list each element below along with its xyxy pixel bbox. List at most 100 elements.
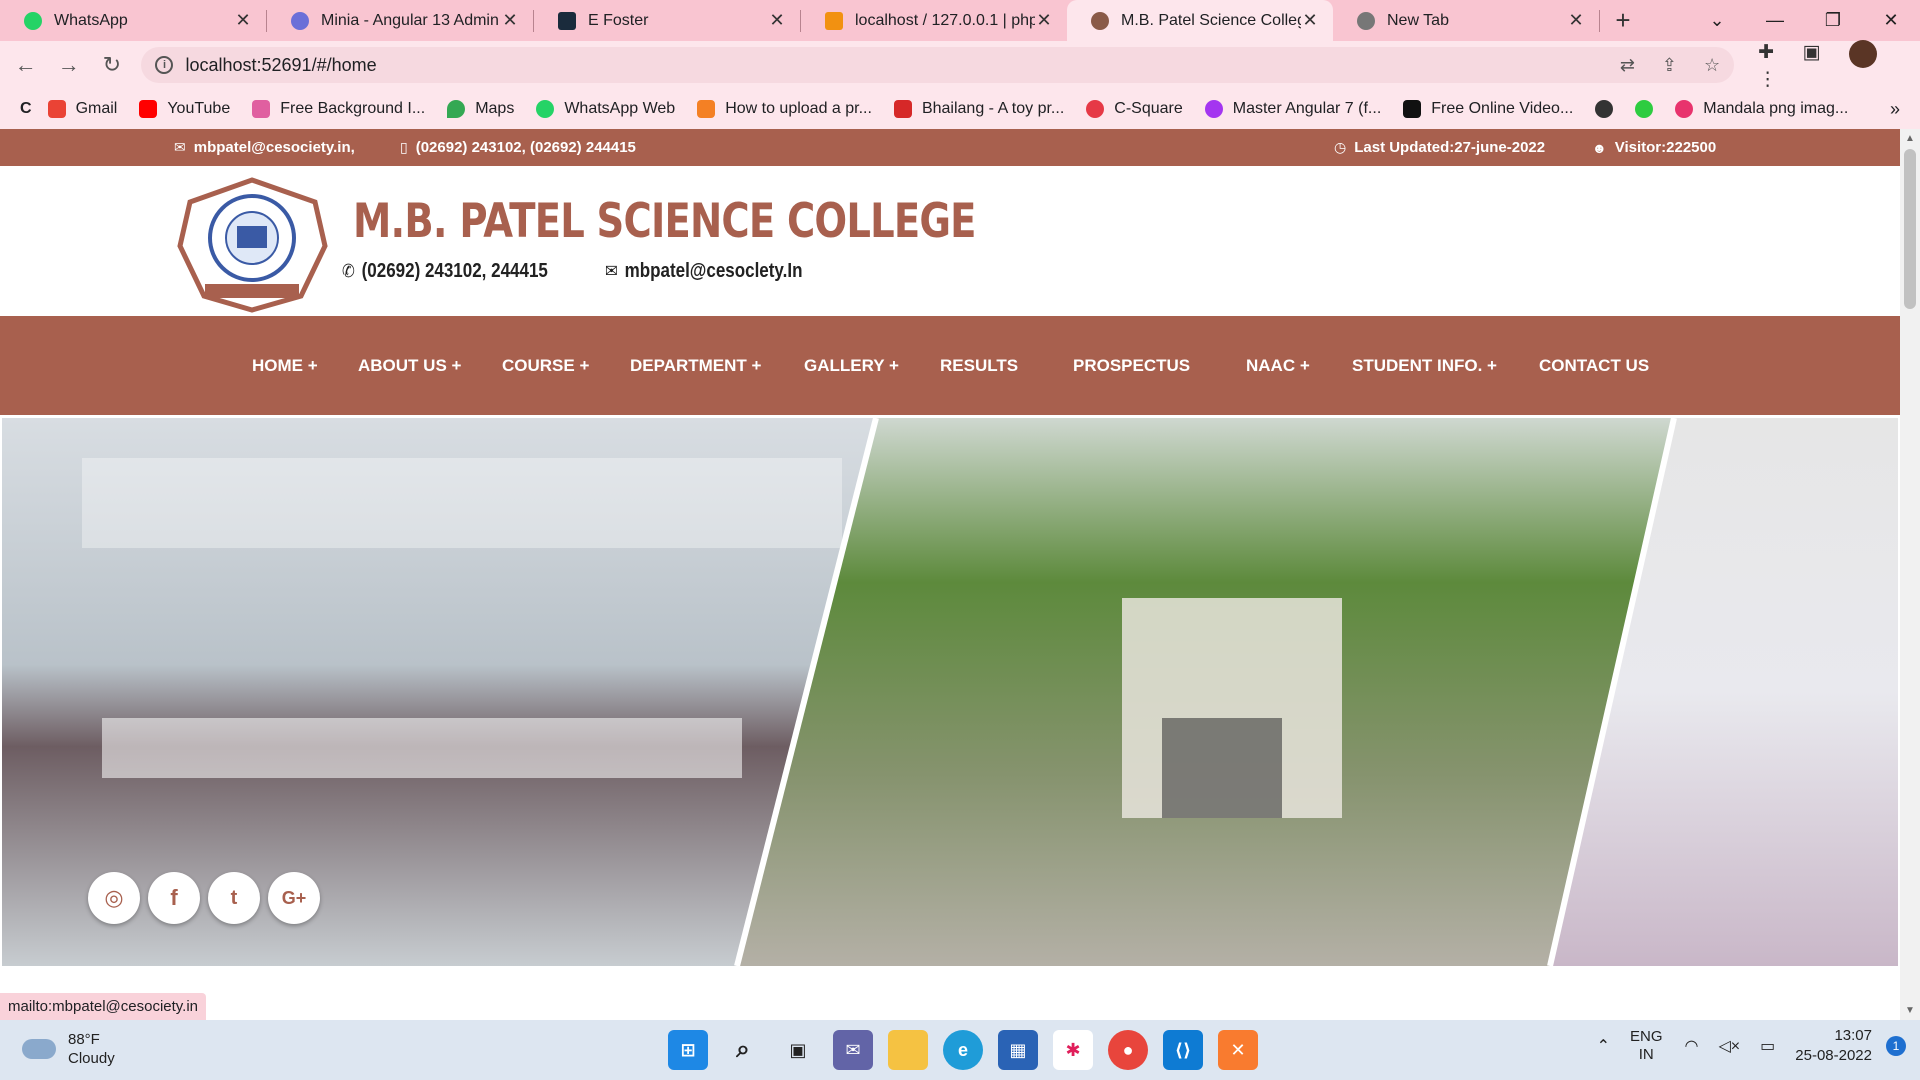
- new-tab-button[interactable]: +: [1600, 0, 1646, 41]
- edge-icon[interactable]: e: [943, 1030, 983, 1070]
- scroll-down-icon[interactable]: ▼: [1905, 1005, 1915, 1016]
- share-icon[interactable]: ⇪: [1662, 55, 1677, 75]
- bookmark-upload[interactable]: How to upload a pr...: [697, 100, 872, 118]
- extensions-icon[interactable]: ✚: [1758, 42, 1774, 63]
- bookmark-globe[interactable]: [1595, 100, 1614, 118]
- facebook-icon[interactable]: f: [148, 872, 200, 924]
- bookmark-free-video[interactable]: Free Online Video...: [1403, 100, 1573, 118]
- main-navbar: HOME + ABOUT US + COURSE + DEPARTMENT + …: [0, 316, 1900, 415]
- bookmarks-bar: C Gmail YouTube Free Background I... Map…: [0, 89, 1920, 129]
- close-icon[interactable]: ✕: [1035, 10, 1053, 31]
- slack-icon[interactable]: ✱: [1053, 1030, 1093, 1070]
- nav-about-us[interactable]: ABOUT US +: [358, 356, 461, 376]
- bookmark-csquare[interactable]: C-Square: [1086, 100, 1183, 118]
- bookmark-green-app[interactable]: [1635, 100, 1654, 118]
- weather-widget[interactable]: 88°F Cloudy: [22, 1030, 115, 1068]
- weather-temp: 88°F: [68, 1031, 100, 1048]
- side-panel-icon[interactable]: ▣: [1803, 42, 1821, 63]
- lang-code: ENG: [1630, 1028, 1663, 1045]
- topbar-phone[interactable]: ▯ (02692) 243102, (02692) 244415: [400, 139, 636, 156]
- scroll-up-icon[interactable]: ▲: [1905, 133, 1915, 144]
- nav-gallery[interactable]: GALLERY +: [804, 356, 899, 376]
- college-logo[interactable]: [175, 176, 330, 313]
- bookmark-youtube[interactable]: YouTube: [139, 100, 230, 118]
- site-info-icon[interactable]: i: [155, 56, 174, 74]
- minimize-icon[interactable]: —: [1746, 0, 1804, 41]
- teams-chat-icon[interactable]: ✉: [833, 1030, 873, 1070]
- bookmark-mandala[interactable]: Mandala png imag...: [1675, 100, 1848, 118]
- topbar-email[interactable]: ✉ mbpatel@cesociety.in,: [174, 139, 355, 156]
- translate-icon[interactable]: ⇄: [1620, 55, 1635, 75]
- nav-results[interactable]: RESULTS: [940, 356, 1018, 376]
- tab-title: WhatsApp: [54, 11, 128, 29]
- battery-icon[interactable]: ▭: [1760, 1036, 1775, 1056]
- vscode-icon[interactable]: ⟨⟩: [1163, 1030, 1203, 1070]
- more-bookmarks-icon[interactable]: »: [1890, 99, 1900, 120]
- xampp-icon[interactable]: ✕: [1218, 1030, 1258, 1070]
- address-bar[interactable]: i localhost:52691/#/home ⇄ ⇪ ☆: [141, 47, 1735, 83]
- wifi-icon[interactable]: ◠: [1685, 1036, 1699, 1056]
- language-indicator[interactable]: ENG IN: [1630, 1028, 1663, 1064]
- bookmark-star-icon[interactable]: ☆: [1704, 55, 1720, 75]
- nav-department[interactable]: DEPARTMENT +: [630, 356, 761, 376]
- chevron-up-icon[interactable]: ⌃: [1597, 1036, 1610, 1056]
- back-icon[interactable]: ←: [8, 47, 43, 83]
- close-icon[interactable]: ✕: [1567, 10, 1585, 31]
- close-icon[interactable]: ✕: [768, 10, 786, 31]
- tab-minia[interactable]: Minia - Angular 13 Admin & ✕: [267, 0, 533, 41]
- bookmark-maps[interactable]: Maps: [447, 100, 514, 118]
- nav-contact-us[interactable]: CONTACT US: [1539, 356, 1649, 376]
- restore-icon[interactable]: ❐: [1804, 0, 1862, 41]
- apps-icon[interactable]: C: [20, 100, 32, 118]
- scroll-thumb[interactable]: [1904, 149, 1916, 309]
- twitter-icon[interactable]: t: [208, 872, 260, 924]
- clock[interactable]: 13:07 25-08-2022: [1795, 1026, 1872, 1066]
- close-icon[interactable]: ✕: [234, 10, 252, 31]
- bookmark-master-angular[interactable]: Master Angular 7 (f...: [1204, 100, 1381, 118]
- bookmark-label: Free Online Video...: [1431, 100, 1574, 117]
- forward-icon[interactable]: →: [51, 47, 86, 83]
- header-phone[interactable]: ✆ (02692) 243102, 244415: [342, 260, 548, 283]
- visitor-count-text: Visitor:222500: [1614, 139, 1717, 156]
- nav-prospectus[interactable]: PROSPECTUS: [1073, 356, 1190, 376]
- bookmark-bhailang[interactable]: Bhailang - A toy pr...: [893, 100, 1065, 118]
- search-icon[interactable]: ⌕: [723, 1030, 763, 1070]
- file-explorer-icon[interactable]: [888, 1030, 928, 1070]
- bookmark-free-background[interactable]: Free Background I...: [252, 100, 425, 118]
- close-icon[interactable]: ✕: [501, 10, 519, 31]
- nav-student-info[interactable]: STUDENT INFO. +: [1352, 356, 1497, 376]
- notification-badge[interactable]: 1: [1886, 1036, 1906, 1056]
- profile-avatar[interactable]: [1848, 39, 1877, 68]
- header-email[interactable]: ✉ mbpatel@cesoclety.In: [605, 260, 802, 283]
- tab-phpmyadmin[interactable]: localhost / 127.0.0.1 | phpM ✕: [801, 0, 1067, 41]
- tab-title: M.B. Patel Science College: [1121, 11, 1301, 29]
- tab-strip: WhatsApp ✕ Minia - Angular 13 Admin & ✕ …: [0, 0, 1920, 41]
- topbar-last-updated: ◷ Last Updated:27-june-2022: [1334, 139, 1545, 156]
- bookmark-label: Bhailang - A toy pr...: [921, 100, 1065, 117]
- store-icon[interactable]: ▦: [998, 1030, 1038, 1070]
- tab-whatsapp[interactable]: WhatsApp ✕: [0, 0, 266, 41]
- google-plus-icon[interactable]: G+: [268, 872, 320, 924]
- close-window-icon[interactable]: ✕: [1862, 0, 1920, 41]
- close-icon[interactable]: ✕: [1301, 10, 1319, 31]
- windows-start-icon[interactable]: ⊞: [668, 1030, 708, 1070]
- tab-efoster[interactable]: E Foster ✕: [534, 0, 800, 41]
- nav-course[interactable]: COURSE +: [502, 356, 589, 376]
- tab-college[interactable]: M.B. Patel Science College ✕: [1067, 0, 1333, 41]
- task-view-icon[interactable]: ▣: [778, 1030, 818, 1070]
- page-scrollbar[interactable]: ▲ ▼: [1900, 129, 1920, 1020]
- tab-new-tab[interactable]: New Tab ✕: [1333, 0, 1599, 41]
- globe-icon: [1595, 100, 1614, 118]
- nav-home[interactable]: HOME +: [252, 356, 318, 376]
- bookmark-whatsapp-web[interactable]: WhatsApp Web: [536, 100, 675, 118]
- tab-title: localhost / 127.0.0.1 | phpM: [855, 11, 1035, 29]
- reload-icon[interactable]: ↻: [94, 47, 129, 83]
- tab-search-icon[interactable]: ⌄: [1688, 0, 1746, 41]
- menu-icon[interactable]: ⋮: [1758, 69, 1777, 90]
- volume-muted-icon[interactable]: ◁×: [1718, 1036, 1740, 1056]
- url-text[interactable]: localhost:52691/#/home: [185, 55, 1597, 76]
- instagram-icon[interactable]: ◎: [88, 872, 140, 924]
- bookmark-gmail[interactable]: Gmail: [47, 100, 117, 118]
- nav-naac[interactable]: NAAC +: [1246, 356, 1310, 376]
- chrome-icon[interactable]: ●: [1108, 1030, 1148, 1070]
